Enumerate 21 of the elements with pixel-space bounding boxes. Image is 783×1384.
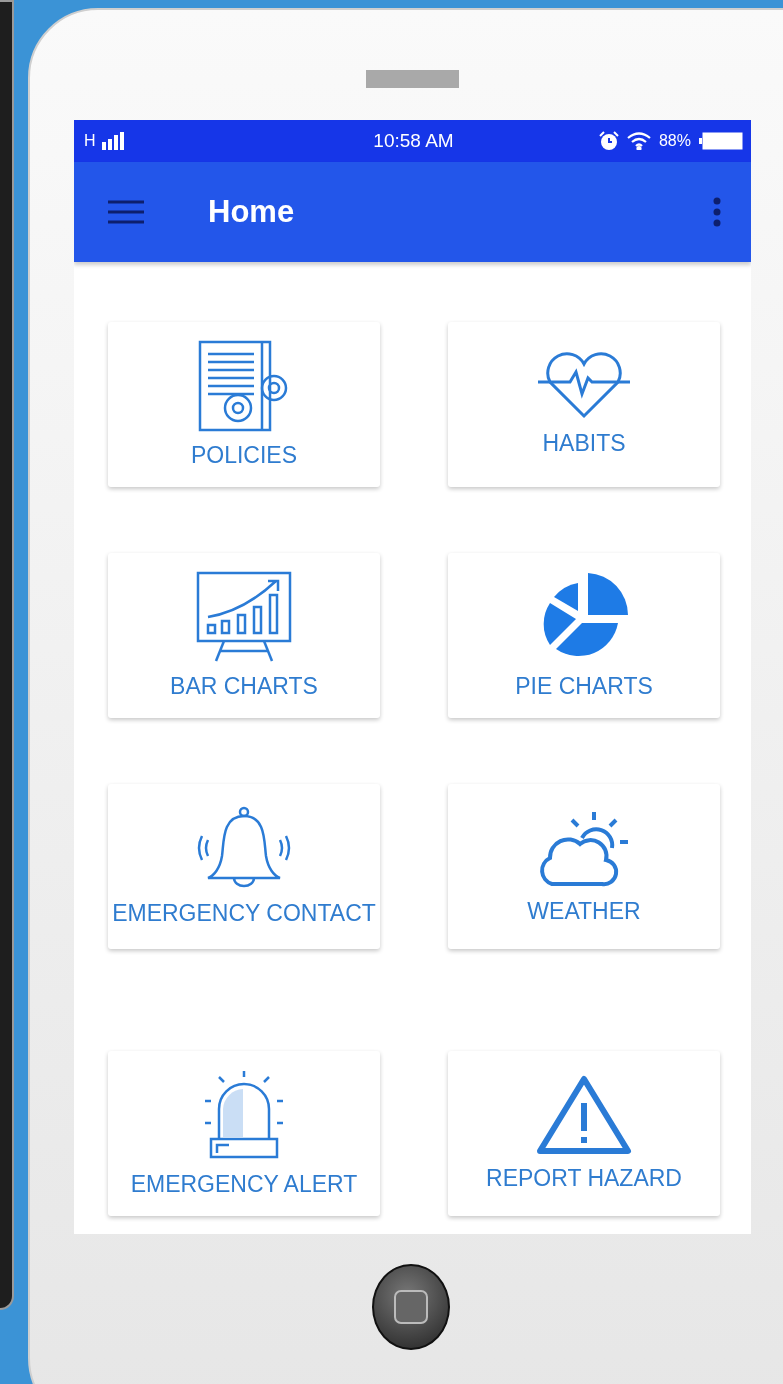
clock-time: 10:58 AM xyxy=(373,130,454,152)
menu-tile[interactable]: BAR CHARTS xyxy=(108,553,380,718)
menu-tile[interactable]: WEATHER xyxy=(448,784,720,949)
menu-tile[interactable]: PIE CHARTS xyxy=(448,553,720,718)
more-options-icon[interactable] xyxy=(713,197,721,227)
menu-tile[interactable]: EMERGENCY CONTACT xyxy=(108,784,380,949)
network-type: H xyxy=(84,132,96,150)
alarm-clock-icon xyxy=(598,131,619,151)
menu-tile[interactable]: POLICIES xyxy=(108,322,380,487)
page-title: Home xyxy=(208,194,296,230)
menu-tile[interactable]: HABITS xyxy=(448,322,720,487)
bar-chart-board-icon xyxy=(194,571,294,663)
heartbeat-icon xyxy=(536,352,632,420)
signal-icon xyxy=(101,132,124,150)
menu-tile[interactable]: EMERGENCY ALERT xyxy=(108,1051,380,1216)
warning-triangle-icon xyxy=(536,1075,632,1155)
battery-icon xyxy=(699,132,743,150)
menu-icon[interactable] xyxy=(108,200,144,224)
battery-percent: 88% xyxy=(658,132,691,150)
wifi-icon xyxy=(626,132,651,150)
menu-tile[interactable]: REPORT HAZARD xyxy=(448,1051,720,1216)
